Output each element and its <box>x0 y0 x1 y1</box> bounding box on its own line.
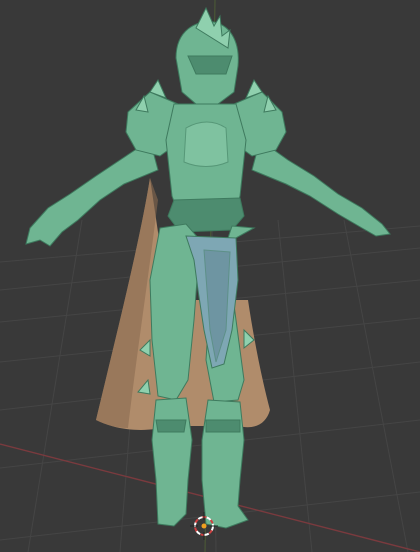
armored-knight-model[interactable] <box>25 6 391 529</box>
3d-viewport[interactable] <box>0 0 420 552</box>
